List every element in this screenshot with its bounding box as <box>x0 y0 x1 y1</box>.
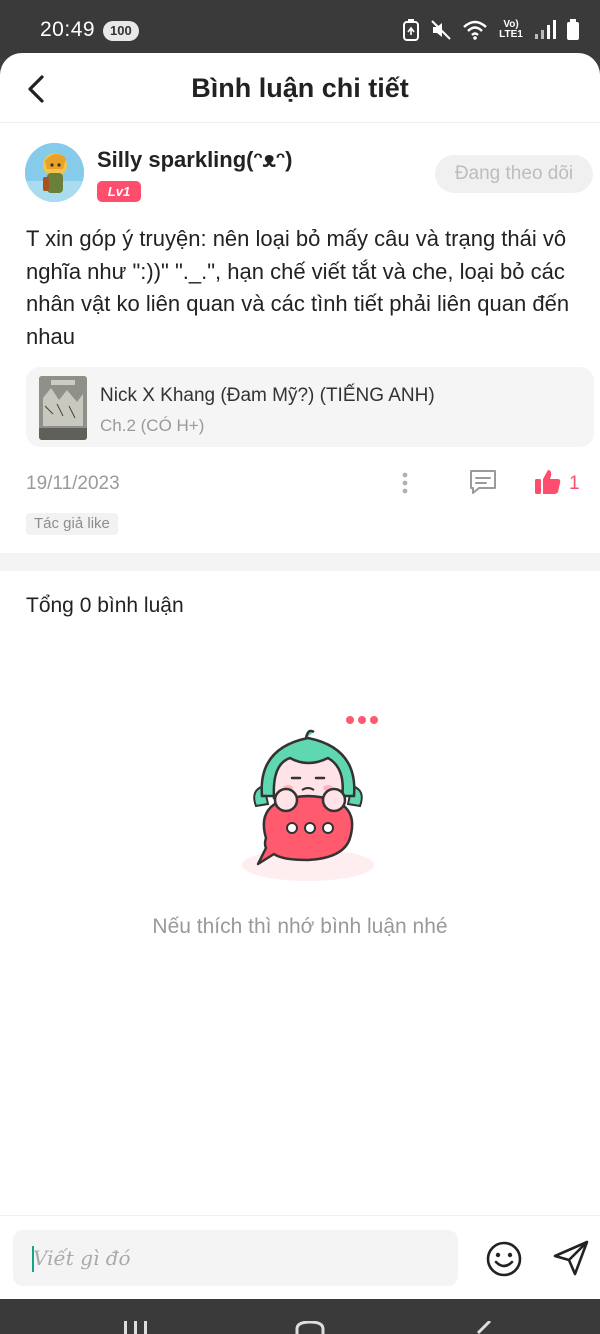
total-comments-label: Tổng 0 bình luận <box>26 594 184 617</box>
comment-text: T xin góp ý truyện: nên loại bỏ mấy câu … <box>26 226 570 349</box>
author-like-tag: Tác giả like <box>26 513 118 535</box>
avatar[interactable] <box>25 143 84 202</box>
battery-icon <box>567 19 579 40</box>
thumbs-up-icon <box>535 470 561 494</box>
battery-level-pill: 100 <box>103 21 139 41</box>
send-button[interactable] <box>551 1238 591 1278</box>
username[interactable]: Silly sparkling(ᵔᴥᵔ) <box>97 147 292 173</box>
story-title: Nick X Khang (Đam Mỹ?) (TIẾNG ANH) <box>100 385 435 406</box>
level-badge: Lv1 <box>97 181 141 202</box>
story-chapter: Ch.2 (CÓ H+) <box>100 416 205 435</box>
status-bar: 20:49 100 Vo) LTE1 <box>0 0 600 58</box>
more-vertical-icon <box>402 472 408 494</box>
emoji-button[interactable] <box>484 1239 524 1279</box>
reply-button[interactable] <box>467 467 499 497</box>
status-icons: Vo) LTE1 <box>402 16 580 44</box>
section-divider <box>0 553 600 571</box>
battery-saver-icon <box>403 19 419 41</box>
text-cursor <box>32 1246 34 1272</box>
page-title: Bình luận chi tiết <box>191 73 409 103</box>
wifi-icon <box>463 20 487 40</box>
like-count: 1 <box>569 473 580 494</box>
home-icon[interactable] <box>294 1321 326 1334</box>
signal-icon <box>535 20 556 39</box>
system-nav-bar <box>0 1299 600 1334</box>
story-card[interactable]: Nick X Khang (Đam Mỹ?) (TIẾNG ANH) Ch.2 … <box>26 367 594 447</box>
mascot-icon <box>242 716 378 881</box>
avatar-image <box>25 143 84 202</box>
smiley-icon <box>486 1241 522 1277</box>
following-button[interactable]: Đang theo dõi <box>435 155 593 193</box>
comment-detail-sheet: Bình luận chi tiết Silly sparkling(ᵔᴥᵔ) … <box>0 53 600 1299</box>
send-icon <box>553 1240 589 1276</box>
back-nav-icon[interactable] <box>470 1321 494 1334</box>
comment-date: 19/11/2023 <box>26 473 120 494</box>
comment-input-bar <box>0 1215 600 1299</box>
mute-icon <box>431 20 451 40</box>
comment-input[interactable] <box>13 1230 458 1286</box>
empty-state-text: Nếu thích thì nhớ bình luận nhé <box>152 915 448 938</box>
more-options-button[interactable] <box>393 468 417 498</box>
recent-apps-icon[interactable] <box>121 1321 151 1334</box>
status-time: 20:49 <box>40 18 96 41</box>
header: Bình luận chi tiết <box>0 53 600 123</box>
like-button[interactable] <box>533 467 563 497</box>
comment-icon <box>470 470 496 494</box>
story-cover-image <box>39 376 87 440</box>
volte-icon: Vo) LTE1 <box>499 19 523 40</box>
empty-state-illustration <box>236 708 386 888</box>
